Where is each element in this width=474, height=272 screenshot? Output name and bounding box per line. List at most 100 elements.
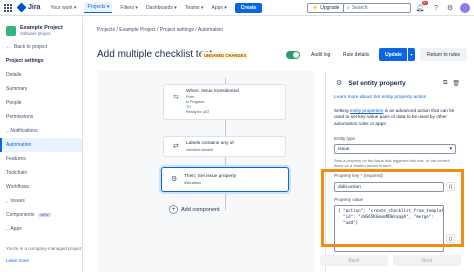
unsaved-changes-badge: UNSAVED CHANGES: [201, 52, 250, 59]
next-button[interactable]: Next: [393, 255, 461, 266]
learn-more-link[interactable]: Learn more about Set entity property act…: [334, 95, 426, 100]
project-logo-icon: [6, 25, 16, 36]
nav-teams[interactable]: Teams ▾: [185, 5, 204, 11]
nav-label: Teams: [184, 4, 200, 11]
bell-icon[interactable]: 🔔︎ 9+: [415, 1, 428, 13]
search-placeholder: Search: [351, 5, 368, 11]
app-switcher-icon[interactable]: [4, 3, 12, 12]
nav-label: Filters: [120, 4, 135, 11]
sidebar-item-apps[interactable]: › Apps: [0, 222, 82, 236]
sidebar-item-permissions[interactable]: Permissions: [0, 110, 82, 124]
logo-text: Jira: [28, 4, 41, 11]
project-header[interactable]: Example Project Software project: [0, 17, 82, 40]
arrow-left-icon: ←: [6, 44, 11, 50]
chevron-down-icon[interactable]: ▾: [407, 48, 415, 61]
panel-title: Set entity property: [348, 79, 406, 87]
gear-icon: ⚙: [171, 176, 178, 183]
chevron-right-icon: ›: [6, 226, 8, 232]
sidebar-item-label: Components: [6, 212, 35, 218]
learn-more-link[interactable]: Learn more: [6, 258, 29, 263]
action-title: Then: Set issue property: [184, 174, 237, 179]
breadcrumb[interactable]: Projects / Example Project / Project set…: [97, 27, 223, 33]
panel-header: ⚙ Set entity property: [336, 79, 406, 88]
jira-logo[interactable]: Jira: [16, 2, 41, 13]
sidebar-item-label: Issues: [10, 198, 25, 204]
sidebar-item-workflows[interactable]: Workflows: [0, 180, 82, 194]
sidebar-item-label: Notifications: [10, 128, 38, 134]
entity-type-value: Issue: [338, 146, 350, 152]
nav-dashboards[interactable]: Dashboards ▾: [146, 5, 177, 11]
sidebar-item-details[interactable]: Details: [0, 68, 82, 82]
trash-icon[interactable]: 🗑︎: [452, 80, 460, 87]
nav-your-work[interactable]: Your work ▾: [50, 5, 76, 11]
project-type: Software project: [20, 31, 51, 36]
search-input[interactable]: ⌕ Search: [343, 3, 411, 13]
sidebar-item-notifications[interactable]: › Notifications: [0, 124, 82, 138]
help-icon[interactable]: ?: [431, 3, 441, 13]
notification-badge: 9+: [422, 1, 428, 5]
jira-logo-icon: [16, 2, 27, 13]
nav-label: Your work: [50, 4, 73, 11]
sidebar-item-summary[interactable]: Summary: [0, 82, 82, 96]
page-title[interactable]: Add multiple checklist test: [97, 49, 212, 60]
sidebar: Example Project Software project ← Back t…: [0, 17, 83, 272]
entity-type-select[interactable]: Issue ▾: [334, 144, 456, 154]
entity-properties-link[interactable]: entity properties: [350, 108, 383, 113]
copy-icon[interactable]: ⧉: [443, 80, 447, 87]
trigger-from-label: From: [186, 95, 195, 99]
add-component-button[interactable]: + Add component: [169, 205, 220, 214]
add-component-label: Add component: [181, 206, 220, 213]
highlight-box: [321, 169, 464, 247]
sidebar-item-issues[interactable]: › Issues: [0, 194, 82, 208]
back-label: Back to project: [14, 44, 48, 50]
update-button[interactable]: Update: [379, 48, 408, 61]
entity-type-help: Sets a property on the issue that trigge…: [334, 158, 450, 168]
trigger-from-value: In Progress: [186, 100, 205, 104]
new-badge: NEW: [38, 213, 51, 217]
create-button[interactable]: Create: [234, 2, 263, 13]
sidebar-item-automation[interactable]: Automation: [0, 138, 82, 152]
rule-enabled-toggle[interactable]: [286, 51, 300, 59]
nav-projects[interactable]: Projects ▾: [84, 2, 113, 13]
rule-details-link[interactable]: Rule details: [343, 52, 369, 58]
nav-filters[interactable]: Filters ▾: [120, 5, 138, 11]
lightning-icon: ⚡: [312, 5, 319, 11]
trigger-card[interactable]: ⇆ When: Issue transitioned From In Progr…: [163, 84, 286, 120]
sidebar-item-label: Apps: [10, 226, 22, 232]
panel-description: Setting entity properties is an advanced…: [334, 108, 461, 127]
chevron-right-icon: ›: [6, 198, 8, 204]
chevron-down-icon: ▾: [449, 146, 452, 152]
return-to-rules-button[interactable]: Return to rules: [420, 48, 467, 61]
upgrade-label: Upgrade: [320, 5, 340, 11]
trigger-to-label: TO: [186, 105, 191, 109]
sidebar-footer-text: You're in a company-managed project: [6, 246, 82, 251]
action-card[interactable]: ⚙ Then: Set issue property didit.action: [161, 167, 289, 192]
gear-icon: ⚙: [336, 80, 343, 87]
chevron-right-icon: ›: [6, 128, 8, 134]
sidebar-item-features[interactable]: Features: [0, 152, 82, 166]
upgrade-button[interactable]: ⚡ Upgrade: [307, 3, 345, 13]
trigger-title: When: Issue transitioned: [186, 89, 239, 94]
sidebar-item-toolchain[interactable]: Toolchain: [0, 166, 82, 180]
panel-actions: ⧉ 🗑︎: [443, 80, 460, 87]
condition-icon: ⇄: [173, 143, 179, 150]
nav-label: Dashboards: [145, 4, 173, 11]
nav-label: Apps: [211, 4, 223, 11]
plus-icon: +: [169, 205, 178, 214]
nav-apps[interactable]: Apps ▾: [211, 5, 226, 11]
search-icon: ⌕: [347, 5, 350, 11]
condition-card[interactable]: ⇄ Labels contains any of checklist-neede…: [163, 136, 286, 157]
sidebar-item-components[interactable]: Components NEW: [0, 208, 82, 222]
sidebar-item-people[interactable]: People: [0, 96, 82, 110]
back-to-project-link[interactable]: ← Back to project: [0, 40, 82, 54]
entity-type-label: Entity type: [334, 136, 356, 141]
nav-label: Projects: [87, 4, 106, 10]
action-value: didit.action: [184, 181, 202, 185]
avatar[interactable]: [460, 3, 470, 13]
condition-title: Labels contains any of: [186, 141, 234, 146]
transition-icon: ⇆: [173, 94, 179, 101]
gear-icon[interactable]: ⚙: [445, 3, 455, 13]
description-text: Setting: [334, 108, 350, 113]
audit-log-link[interactable]: Audit log: [311, 52, 330, 58]
back-button[interactable]: Back: [320, 255, 388, 266]
